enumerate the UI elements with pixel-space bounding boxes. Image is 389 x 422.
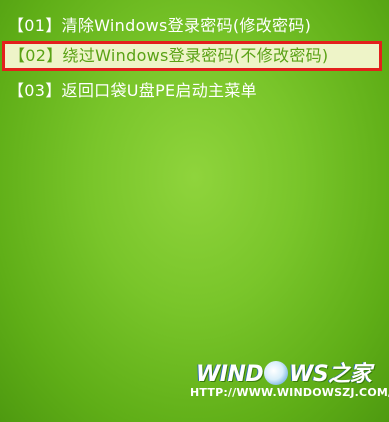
watermark-url: HTTP://WWW.WINDOWSZJ.COM/ [190,386,389,399]
logo-wordmark: WIND WS之家 [196,361,372,387]
logo-globe-icon [264,361,289,385]
menu-item-01[interactable]: 【01】清除Windows登录密码(修改密码) [8,11,311,41]
windows-home-logo: WIND WS之家 [196,352,386,387]
menu-item-label: 【02】绕过Windows登录密码(不修改密码) [9,46,329,65]
menu-item-02-selected[interactable]: 【02】绕过Windows登录密码(不修改密码) [2,41,382,71]
menu-item-label: 【01】清除Windows登录密码(修改密码) [8,16,312,35]
menu-item-label: 【03】返回口袋U盘PE启动主菜单 [8,81,257,100]
menu-item-03[interactable]: 【03】返回口袋U盘PE启动主菜单 [8,76,257,106]
